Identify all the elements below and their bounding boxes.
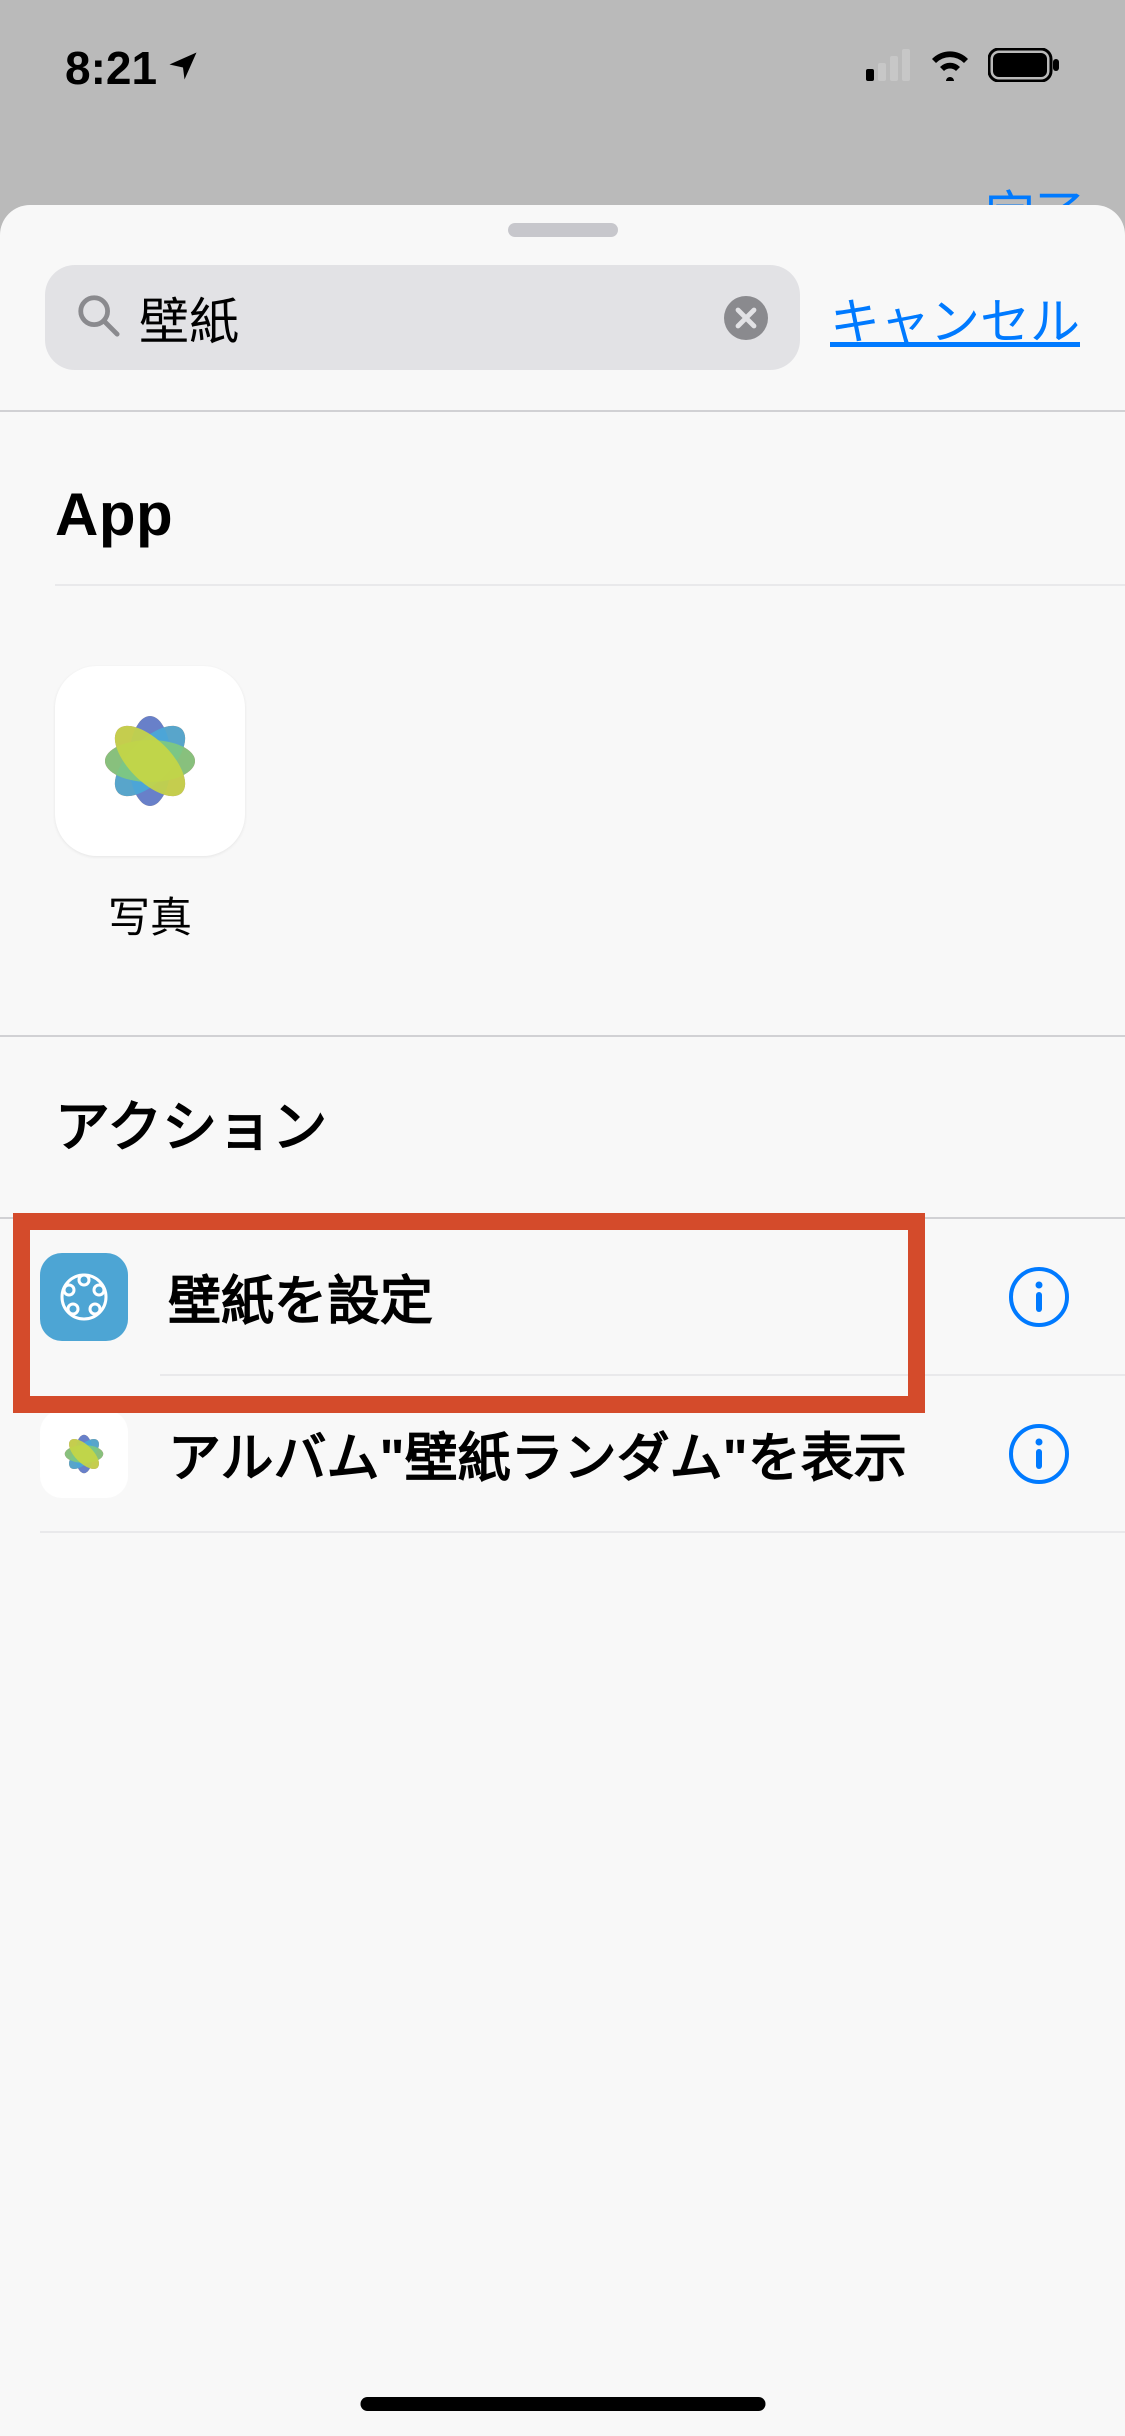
action-show-album[interactable]: アルバム"壁紙ランダム"を表示 (0, 1376, 1125, 1531)
wallpaper-icon (40, 1253, 128, 1341)
wifi-icon (927, 49, 973, 86)
clear-search-button[interactable] (722, 294, 770, 342)
actions-section-title: アクション (0, 1037, 1125, 1217)
search-icon (75, 292, 121, 343)
search-sheet: 壁紙 キャンセル App (0, 205, 1125, 2436)
location-icon (165, 41, 201, 95)
app-label: 写真 (108, 884, 192, 945)
search-input[interactable]: 壁紙 (139, 282, 704, 354)
action-set-wallpaper[interactable]: 壁紙を設定 (0, 1219, 1125, 1374)
cancel-button[interactable]: キャンセル (830, 282, 1080, 354)
home-indicator[interactable] (360, 2397, 765, 2411)
divider (40, 1531, 1125, 1533)
status-bar: 8:21 (0, 0, 1125, 135)
status-time-area: 8:21 (65, 41, 201, 95)
status-time: 8:21 (65, 41, 157, 95)
search-field[interactable]: 壁紙 (45, 265, 800, 370)
search-row: 壁紙 キャンセル (0, 237, 1125, 410)
apps-row: 写真 (0, 586, 1125, 1035)
app-section-title: App (0, 412, 1125, 584)
battery-icon (988, 48, 1060, 87)
info-button[interactable] (1008, 1423, 1070, 1485)
app-item-photos[interactable]: 写真 (55, 666, 245, 945)
status-right (866, 48, 1060, 87)
info-button[interactable] (1008, 1266, 1070, 1328)
cellular-signal-icon (866, 49, 912, 86)
sheet-grabber[interactable] (508, 223, 618, 237)
photos-icon (40, 1410, 128, 1498)
action-label: アルバム"壁紙ランダム"を表示 (168, 1416, 968, 1492)
action-label: 壁紙を設定 (168, 1259, 968, 1335)
photos-app-icon (55, 666, 245, 856)
